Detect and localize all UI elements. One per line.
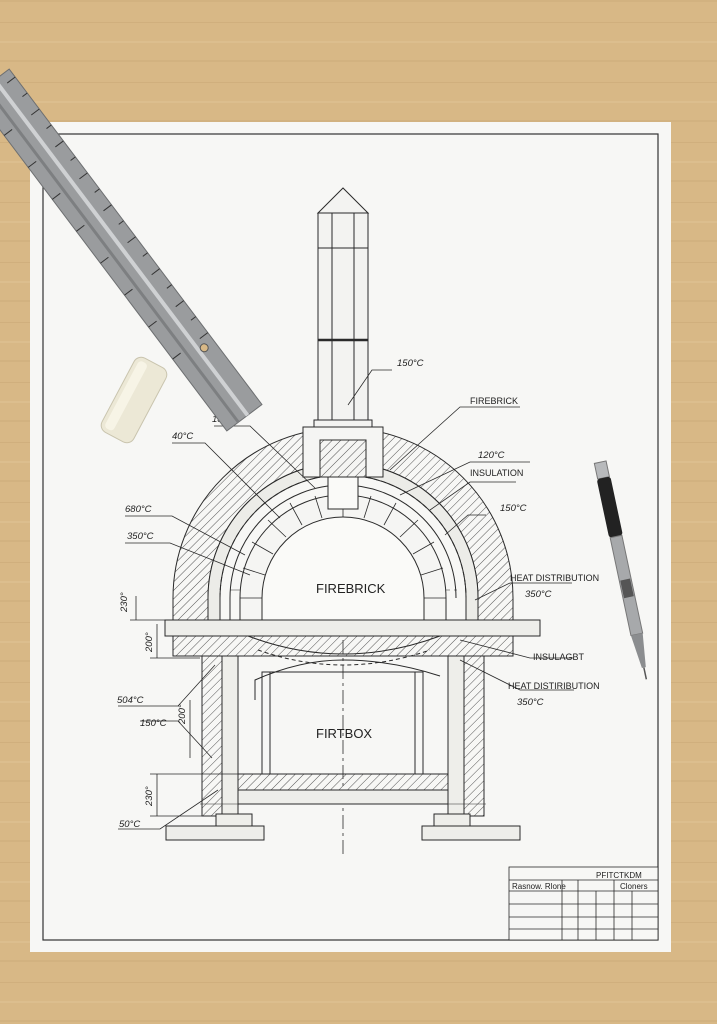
title-block-header: PFITCTKDM (596, 871, 642, 880)
label-40c: 40°C (172, 431, 193, 442)
label-150c-chimney: 150°C (397, 358, 424, 369)
title-block-row-right: Cloners (620, 882, 648, 891)
label-firebox: FIRTBOX (316, 726, 372, 741)
label-150c-left: 150°C (140, 718, 167, 729)
label-firebrick-chamber: FIREBRICK (316, 581, 386, 596)
right-foot (421, 825, 521, 841)
label-heat-distribution-2: HEAT DISTIRIBUTION (508, 681, 600, 691)
label-50c: 50°C (119, 819, 140, 830)
title-block-row-left: Rasnow. Rlone (512, 882, 566, 891)
label-heat-distribution-1: HEAT DISTRIBUTION (510, 573, 599, 583)
hearth-slab (164, 619, 541, 637)
chimney (313, 187, 373, 428)
label-insulagbt: INSULAGBT (533, 652, 585, 662)
label-dim-230-top: 230° (119, 592, 130, 613)
label-dim-200-left: 200° (144, 632, 155, 653)
label-350c-left: 350°C (127, 531, 154, 542)
label-dim-230-bot: 230° (144, 786, 155, 807)
label-120c: 120°C (478, 450, 505, 461)
label-350c-right-1: 350°C (525, 589, 552, 600)
label-504c: 504°C (117, 695, 144, 706)
left-foot (165, 825, 265, 841)
label-firebrick: FIREBRICK (470, 396, 518, 406)
label-350c-right-2: 350°C (517, 697, 544, 708)
blueprint-scene: 150°C FIREBRICK 132FE 40°C 120°C INSULAT… (0, 0, 717, 1024)
label-insulation: INSULATION (470, 468, 523, 478)
label-680c: 680°C (125, 504, 152, 515)
label-150c-right: 150°C (500, 503, 527, 514)
label-dim-200-mid: 200° (177, 704, 188, 725)
